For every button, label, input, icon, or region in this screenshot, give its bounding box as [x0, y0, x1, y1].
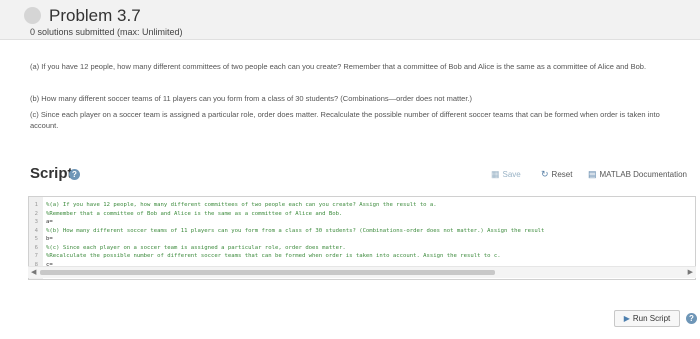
code-text: %(a) If you have 12 people, how many dif…: [46, 202, 437, 208]
run-script-button[interactable]: ▶ Run Script: [614, 310, 680, 327]
submission-count: 0 solutions submitted (max: Unlimited): [30, 27, 183, 37]
code-text: a=: [46, 219, 53, 225]
code-text: %(c) Since each player on a soccer team …: [46, 244, 346, 251]
save-label: Save: [502, 170, 521, 179]
info-icon[interactable]: ?: [69, 169, 80, 180]
line-number: 6: [34, 244, 38, 251]
line-number: 2: [34, 210, 38, 217]
scroll-right-icon[interactable]: ▶: [688, 268, 693, 276]
horizontal-scrollbar[interactable]: ◀ ▶: [28, 266, 696, 278]
reset-label: Reset: [551, 170, 573, 179]
code-line[interactable]: 2 %Remember that a committee of Bob and A…: [29, 210, 689, 219]
line-number: 3: [34, 219, 38, 225]
run-info-icon[interactable]: ?: [686, 313, 697, 324]
docs-label: MATLAB Documentation: [599, 170, 687, 179]
code-line[interactable]: 3 a=: [29, 218, 689, 227]
book-icon: ▤: [588, 169, 597, 179]
line-number: 7: [34, 253, 38, 259]
code-line[interactable]: 1 %(a) If you have 12 people, how many di…: [29, 201, 689, 210]
code-text: %Remember that a committee of Bob and Al…: [46, 210, 343, 217]
matlab-documentation-button[interactable]: ▤ MATLAB Documentation: [588, 169, 687, 180]
problem-part-b: (b) How many different soccer teams of 1…: [30, 94, 473, 103]
run-script-label: Run Script: [632, 314, 671, 323]
line-number: 5: [34, 236, 38, 242]
code-line[interactable]: 5 b=: [29, 235, 689, 244]
reset-icon: ↻: [541, 169, 549, 179]
code-line[interactable]: 6 %(c) Since each player on a soccer team…: [29, 244, 689, 253]
reset-button[interactable]: ↻ Reset: [541, 169, 572, 180]
line-number: 1: [34, 202, 38, 208]
problem-header: Problem 3.7 0 solutions submitted (max: …: [0, 0, 700, 40]
code-line[interactable]: 7 %Recalculate the possible number of dif…: [29, 252, 689, 261]
line-number: 4: [34, 227, 38, 234]
script-header: Script ? ▦ Save ↻ Reset ▤ MATLAB Documen…: [0, 160, 700, 188]
problem-part-a: (a) If you have 12 people, how many diff…: [30, 62, 647, 71]
code-text: %(b) How many different soccer teams of …: [46, 227, 545, 234]
play-icon: ▶: [623, 314, 630, 323]
code-line[interactable]: 4 %(b) How many different soccer teams of…: [29, 227, 689, 236]
problem-part-c: (c) Since each player on a soccer team i…: [30, 110, 660, 130]
problem-title: Problem 3.7: [49, 6, 141, 25]
scrollbar-thumb[interactable]: [40, 270, 495, 275]
script-title: Script: [30, 165, 73, 182]
code-text: %Recalculate the possible number of diff…: [46, 253, 501, 259]
status-indicator: [24, 7, 41, 24]
code-text: b=: [46, 236, 53, 242]
save-button[interactable]: ▦ Save: [491, 169, 521, 180]
scroll-left-icon[interactable]: ◀: [31, 268, 36, 276]
save-icon: ▦: [491, 169, 500, 179]
